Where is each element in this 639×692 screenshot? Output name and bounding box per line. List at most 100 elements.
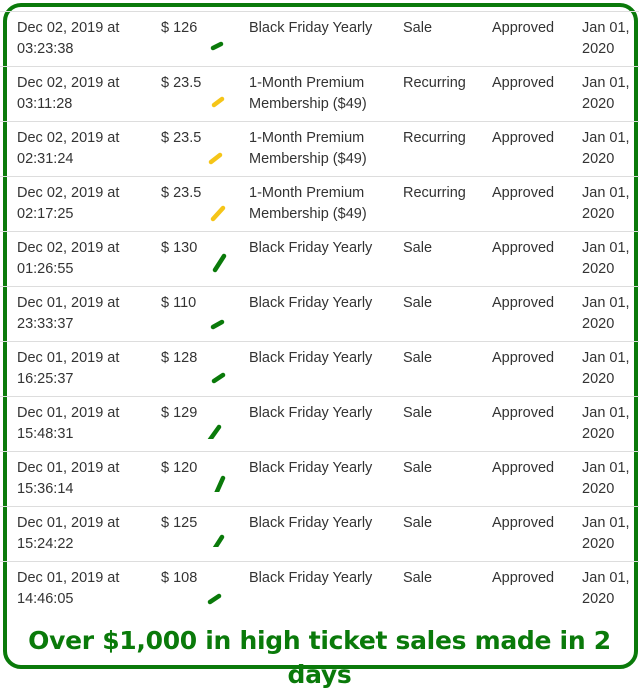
- transactions-table: Dec 02, 2019 at 03:23:38 $ 126 Black Friday…: [0, 11, 639, 616]
- type-cell: Recurring: [403, 130, 466, 146]
- green-check-mark-icon: [205, 458, 235, 492]
- product-line-1: Black Friday Yearly: [249, 405, 373, 421]
- paid-date-cell: Jan 01, 2020: [582, 513, 639, 555]
- green-check-mark-icon: [205, 405, 235, 439]
- product-line-1: 1-Month Premium: [249, 75, 365, 91]
- status-cell: Approved: [492, 570, 555, 586]
- table-row: Dec 02, 2019 at 03:11:28 $ 23.5 1-Month Pre…: [0, 66, 639, 121]
- paid-date-line-2: 2020: [582, 481, 615, 497]
- time-text: 03:23:38: [17, 41, 74, 57]
- product-cell: Black Friday Yearly: [249, 348, 399, 369]
- date-cell: Dec 02, 2019 at 02:31:24: [17, 128, 147, 170]
- status-cell: Approved: [492, 130, 555, 146]
- paid-date-cell: Jan 01, 2020: [582, 73, 639, 115]
- product-cell: Black Friday Yearly: [249, 403, 399, 424]
- date-cell: Dec 01, 2019 at 15:24:22: [17, 513, 147, 555]
- paid-date-line-2: 2020: [582, 41, 615, 57]
- paid-date-line-1: Jan 01,: [582, 570, 630, 586]
- product-line-1: Black Friday Yearly: [249, 240, 373, 256]
- time-text: 15:48:31: [17, 426, 74, 442]
- status-cell: Approved: [492, 185, 555, 201]
- product-line-1: Black Friday Yearly: [249, 570, 373, 586]
- amount-cell: $ 129: [161, 405, 198, 421]
- paid-date-line-2: 2020: [582, 371, 615, 387]
- table-row: Dec 02, 2019 at 02:17:25 $ 23.5 1-Month Pre…: [0, 176, 639, 231]
- date-cell: Dec 01, 2019 at 23:33:37: [17, 293, 147, 335]
- status-cell: Approved: [492, 515, 555, 531]
- product-line-2: Membership ($49): [249, 96, 367, 112]
- table-row: Dec 01, 2019 at 15:48:31 $ 129 Black Friday…: [0, 396, 639, 451]
- date-text: Dec 02, 2019 at: [17, 75, 120, 91]
- table-row: Dec 01, 2019 at 14:46:05 $ 108 Black Friday…: [0, 561, 639, 616]
- product-line-2: Membership ($49): [249, 206, 367, 222]
- date-cell: Dec 02, 2019 at 01:26:55: [17, 238, 147, 280]
- table-row: Dec 02, 2019 at 02:31:24 $ 23.5 1-Month Pre…: [0, 121, 639, 176]
- paid-date-line-1: Jan 01,: [582, 295, 630, 311]
- yellow-check-mark-icon: [205, 81, 235, 115]
- date-text: Dec 02, 2019 at: [17, 130, 120, 146]
- table-row: Dec 02, 2019 at 03:23:38 $ 126 Black Friday…: [0, 11, 639, 66]
- amount-cell: $ 120: [161, 460, 198, 476]
- paid-date-line-2: 2020: [582, 316, 615, 332]
- date-cell: Dec 01, 2019 at 14:46:05: [17, 568, 147, 610]
- product-line-1: 1-Month Premium: [249, 185, 365, 201]
- date-text: Dec 02, 2019 at: [17, 240, 120, 256]
- type-cell: Recurring: [403, 185, 466, 201]
- date-text: Dec 01, 2019 at: [17, 570, 120, 586]
- table-row: Dec 02, 2019 at 01:26:55 $ 130 Black Friday…: [0, 231, 639, 286]
- paid-date-line-1: Jan 01,: [582, 405, 630, 421]
- table-row: Dec 01, 2019 at 23:33:37 $ 110 Black Friday…: [0, 286, 639, 341]
- product-cell: 1-Month Premium Membership ($49): [249, 183, 399, 225]
- product-line-2: Membership ($49): [249, 151, 367, 167]
- green-check-mark-icon: [205, 574, 235, 608]
- amount-cell: $ 23.5: [161, 185, 202, 201]
- product-line-1: Black Friday Yearly: [249, 460, 373, 476]
- amount-cell: $ 110: [161, 295, 197, 311]
- yellow-check-mark-icon: [205, 191, 235, 225]
- paid-date-line-1: Jan 01,: [582, 75, 630, 91]
- product-line-1: Black Friday Yearly: [249, 20, 373, 36]
- product-cell: Black Friday Yearly: [249, 513, 399, 534]
- product-cell: Black Friday Yearly: [249, 458, 399, 479]
- date-text: Dec 01, 2019 at: [17, 460, 120, 476]
- status-cell: Approved: [492, 405, 555, 421]
- date-text: Dec 02, 2019 at: [17, 185, 120, 201]
- product-line-1: Black Friday Yearly: [249, 515, 373, 531]
- product-cell: Black Friday Yearly: [249, 568, 399, 589]
- green-check-mark-icon: [205, 513, 235, 547]
- type-cell: Sale: [403, 570, 433, 586]
- amount-cell: $ 125: [161, 515, 198, 531]
- paid-date-line-2: 2020: [582, 151, 615, 167]
- paid-date-cell: Jan 01, 2020: [582, 18, 639, 60]
- paid-date-line-1: Jan 01,: [582, 130, 630, 146]
- time-text: 01:26:55: [17, 261, 74, 277]
- product-line-1: Black Friday Yearly: [249, 350, 373, 366]
- time-text: 15:36:14: [17, 481, 74, 497]
- product-line-1: Black Friday Yearly: [249, 295, 373, 311]
- paid-date-line-1: Jan 01,: [582, 460, 630, 476]
- paid-date-cell: Jan 01, 2020: [582, 403, 639, 445]
- time-text: 14:46:05: [17, 591, 74, 607]
- paid-date-cell: Jan 01, 2020: [582, 183, 639, 225]
- green-check-mark-icon: [205, 354, 235, 388]
- status-cell: Approved: [492, 20, 555, 36]
- product-line-1: 1-Month Premium: [249, 130, 365, 146]
- type-cell: Sale: [403, 460, 433, 476]
- paid-date-cell: Jan 01, 2020: [582, 128, 639, 170]
- product-cell: Black Friday Yearly: [249, 238, 399, 259]
- green-check-mark-icon: [205, 26, 235, 60]
- amount-cell: $ 108: [161, 570, 198, 586]
- paid-date-line-1: Jan 01,: [582, 185, 630, 201]
- product-cell: 1-Month Premium Membership ($49): [249, 73, 399, 115]
- time-text: 02:17:25: [17, 206, 74, 222]
- date-cell: Dec 02, 2019 at 03:23:38: [17, 18, 147, 60]
- paid-date-cell: Jan 01, 2020: [582, 293, 639, 335]
- type-cell: Sale: [403, 240, 433, 256]
- paid-date-line-1: Jan 01,: [582, 350, 630, 366]
- product-cell: 1-Month Premium Membership ($49): [249, 128, 399, 170]
- product-cell: Black Friday Yearly: [249, 293, 399, 314]
- paid-date-line-2: 2020: [582, 261, 615, 277]
- amount-cell: $ 126: [161, 20, 198, 36]
- footer-caption: Over $1,000 in high ticket sales made in…: [28, 626, 611, 689]
- type-cell: Recurring: [403, 75, 466, 91]
